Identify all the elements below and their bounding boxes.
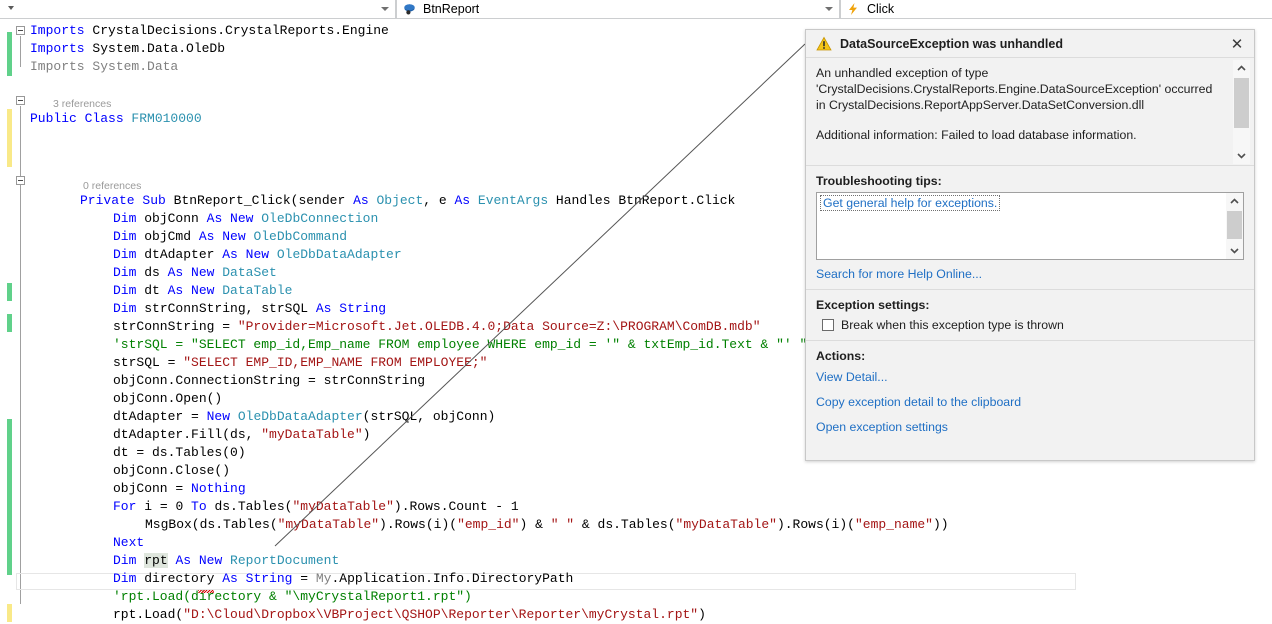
outlining-gutter[interactable] (14, 19, 30, 624)
code-line: Dim objConn As New OleDbConnection (113, 211, 378, 227)
scrollbar-thumb[interactable] (1227, 211, 1242, 239)
code-line: Imports System.Data.OleDb (30, 41, 225, 57)
event-dropdown[interactable]: Click (840, 0, 1272, 19)
tips-scrollbar[interactable] (1226, 193, 1243, 259)
code-line: For i = 0 To ds.Tables("myDataTable").Ro… (113, 499, 519, 515)
change-bar-green (7, 419, 12, 575)
code-line: dtAdapter = New OleDbDataAdapter(strSQL,… (113, 409, 495, 425)
scroll-up-icon[interactable] (1233, 60, 1250, 77)
code-line: Imports CrystalDecisions.CrystalReports.… (30, 23, 389, 39)
visual-studio-debug-window: BtnReport Click (0, 0, 1272, 624)
exception-additional-info: Additional information: Failed to load d… (816, 127, 1224, 143)
action-view-detail[interactable]: View Detail... (816, 370, 1244, 384)
member-dropdown-value: BtnReport (419, 2, 479, 16)
method-icon (401, 1, 417, 17)
change-bar-green (7, 283, 12, 301)
exception-message-area: An unhandled exception of type 'CrystalD… (806, 58, 1254, 166)
fold-toggle-imports[interactable] (16, 26, 25, 35)
code-line: strSQL = "SELECT EMP_ID,EMP_NAME FROM EM… (113, 355, 487, 371)
action-open-settings[interactable]: Open exception settings (816, 420, 1244, 434)
change-bar-yellow (7, 604, 12, 622)
code-line: dt = ds.Tables(0) (113, 445, 246, 461)
troubleshooting-section: Troubleshooting tips: Get general help f… (806, 174, 1254, 281)
action-copy-detail[interactable]: Copy exception detail to the clipboard (816, 395, 1244, 409)
code-line: 'strSQL = "SELECT emp_id,Emp_name FROM e… (113, 337, 807, 353)
fold-toggle-method[interactable] (16, 176, 25, 185)
code-line: rpt.Load("D:\Cloud\Dropbox\VBProject\QSH… (113, 607, 706, 623)
code-line: MsgBox(ds.Tables("myDataTable").Rows(i)(… (145, 517, 949, 533)
break-on-exception-label: Break when this exception type is thrown (841, 318, 1064, 332)
scroll-down-icon[interactable] (1226, 242, 1243, 259)
code-line: Dim dtAdapter As New OleDbDataAdapter (113, 247, 402, 263)
code-line: strConnString = "Provider=Microsoft.Jet.… (113, 319, 761, 335)
scroll-down-icon[interactable] (1233, 147, 1250, 164)
code-line: Dim rpt As New ReportDocument (113, 553, 339, 569)
codelens-method-references[interactable]: 0 references (83, 179, 141, 193)
tiny-caret-icon (4, 1, 20, 17)
code-line: Private Sub BtnReport_Click(sender As Ob… (80, 193, 735, 209)
code-line: Dim dt As New DataTable (113, 283, 292, 299)
error-squiggle (198, 590, 214, 593)
code-line: Public Class FRM010000 (30, 111, 202, 127)
break-on-exception-checkbox[interactable] (822, 319, 834, 331)
chevron-down-icon[interactable] (825, 7, 833, 11)
message-scrollbar[interactable] (1233, 60, 1250, 164)
close-icon[interactable]: ✕ (1226, 33, 1248, 55)
code-line: objConn = Nothing (113, 481, 246, 497)
class-dropdown[interactable] (0, 0, 396, 19)
codelens-class-references[interactable]: 3 references (53, 97, 111, 111)
divider (806, 340, 1254, 341)
code-line: Imports System.Data (30, 59, 178, 75)
search-help-online-link[interactable]: Search for more Help Online... (816, 267, 1244, 281)
divider (806, 289, 1254, 290)
actions-heading: Actions: (816, 349, 1244, 363)
code-line: dtAdapter.Fill(ds, "myDataTable") (113, 427, 370, 443)
scrollbar-thumb[interactable] (1234, 78, 1249, 128)
exception-message-text: An unhandled exception of type 'CrystalD… (816, 65, 1224, 157)
exception-dialog-title: DataSourceException was unhandled (840, 37, 1226, 51)
exception-message-paragraph: An unhandled exception of type 'CrystalD… (816, 65, 1224, 113)
troubleshooting-tips-list[interactable]: Get general help for exceptions. (816, 192, 1244, 260)
code-line: Dim strConnString, strSQL As String (113, 301, 386, 317)
chevron-down-icon[interactable] (381, 7, 389, 11)
member-dropdown[interactable]: BtnReport (396, 0, 840, 19)
code-line: objConn.Close() (113, 463, 230, 479)
code-line: 'rpt.Load(directory & "\myCrystalReport1… (113, 589, 472, 605)
scroll-up-icon[interactable] (1226, 193, 1243, 210)
warning-triangle-icon (816, 36, 832, 52)
event-lightning-icon (845, 1, 861, 17)
code-line: objConn.Open() (113, 391, 222, 407)
actions-section: Actions: View Detail... Copy exception d… (806, 349, 1254, 434)
exception-dialog-titlebar: DataSourceException was unhandled ✕ (806, 30, 1254, 58)
exception-helper-dialog[interactable]: DataSourceException was unhandled ✕ An u… (805, 29, 1255, 461)
exception-settings-section: Exception settings: Break when this exce… (806, 298, 1254, 332)
code-line: Dim ds As New DataSet (113, 265, 277, 281)
event-dropdown-value: Click (863, 2, 894, 16)
editor-navigation-bar: BtnReport Click (0, 0, 1272, 19)
change-bar-green (7, 32, 12, 76)
fold-guide-line (20, 36, 21, 67)
exception-settings-heading: Exception settings: (816, 298, 1244, 312)
tip-link-general-help[interactable]: Get general help for exceptions. (820, 195, 1000, 211)
troubleshooting-heading: Troubleshooting tips: (816, 174, 1244, 188)
fold-guide-line (20, 186, 21, 604)
code-line: Dim directory As String = My.Application… (113, 571, 573, 587)
code-line: Next (113, 535, 144, 551)
change-bar-yellow (7, 109, 12, 167)
code-line: Dim objCmd As New OleDbCommand (113, 229, 347, 245)
break-on-exception-row[interactable]: Break when this exception type is thrown (816, 318, 1244, 332)
change-bar-green (7, 314, 12, 332)
fold-toggle-class[interactable] (16, 96, 25, 105)
code-line: objConn.ConnectionString = strConnString (113, 373, 425, 389)
